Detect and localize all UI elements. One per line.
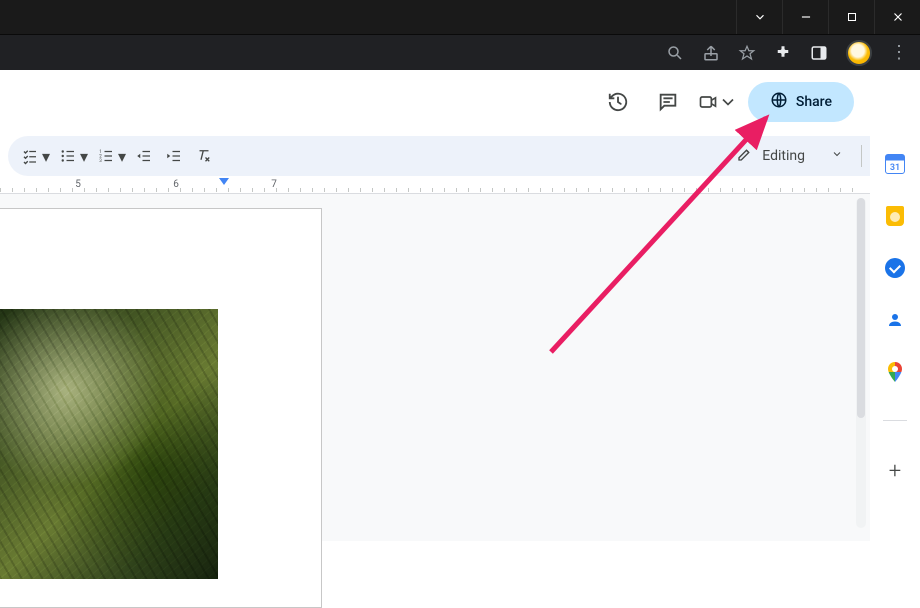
window-close-button[interactable] bbox=[874, 0, 920, 34]
document-canvas[interactable] bbox=[0, 194, 920, 541]
search-icon[interactable] bbox=[666, 44, 684, 62]
side-panel-icon[interactable] bbox=[810, 44, 828, 62]
window-minimize-button[interactable] bbox=[782, 0, 828, 34]
tasks-icon[interactable] bbox=[885, 258, 905, 278]
checklist-caret-icon[interactable]: ▾ bbox=[42, 147, 52, 166]
window-titlebar bbox=[0, 0, 920, 34]
docs-header: Share bbox=[0, 70, 920, 134]
bookmark-star-icon[interactable] bbox=[738, 44, 756, 62]
document-page[interactable] bbox=[0, 208, 322, 608]
numbered-caret-icon[interactable]: ▾ bbox=[118, 147, 128, 166]
browser-menu-icon[interactable]: ⋮ bbox=[890, 44, 908, 62]
extensions-icon[interactable] bbox=[774, 44, 792, 62]
share-button[interactable]: Share bbox=[748, 82, 854, 122]
vertical-scrollbar[interactable] bbox=[856, 198, 866, 528]
share-button-label: Share bbox=[796, 94, 832, 110]
side-panel-divider bbox=[883, 420, 907, 421]
window-maximize-button[interactable] bbox=[828, 0, 874, 34]
share-page-icon[interactable] bbox=[702, 44, 720, 62]
tab-dropdown-button[interactable] bbox=[736, 0, 782, 34]
editing-mode-dropdown[interactable]: Editing bbox=[726, 145, 853, 167]
inserted-image[interactable] bbox=[0, 309, 218, 579]
add-addon-button[interactable]: + bbox=[889, 459, 901, 484]
maps-icon[interactable] bbox=[885, 362, 905, 382]
calendar-icon[interactable]: 31 bbox=[885, 154, 905, 174]
meet-button[interactable] bbox=[698, 82, 738, 122]
clear-formatting-button[interactable] bbox=[190, 142, 218, 170]
version-history-button[interactable] bbox=[598, 82, 638, 122]
contacts-icon[interactable] bbox=[885, 310, 905, 330]
toolbar-divider bbox=[861, 145, 862, 167]
scrollbar-thumb[interactable] bbox=[857, 198, 865, 418]
keep-icon[interactable] bbox=[885, 206, 905, 226]
indent-increase-button[interactable] bbox=[160, 142, 188, 170]
bulleted-list-button[interactable] bbox=[54, 142, 82, 170]
public-icon bbox=[770, 91, 788, 113]
checklist-button[interactable] bbox=[16, 142, 44, 170]
editing-mode-label: Editing bbox=[762, 148, 805, 164]
numbered-list-button[interactable]: 123 bbox=[92, 142, 120, 170]
toolbar-row: ▾ ▾ 123 ▾ bbox=[0, 134, 920, 178]
formatting-toolbar: ▾ ▾ 123 ▾ bbox=[8, 136, 906, 176]
svg-text:3: 3 bbox=[99, 158, 102, 164]
horizontal-ruler[interactable]: 567 bbox=[0, 178, 920, 194]
browser-profile-avatar[interactable] bbox=[846, 40, 872, 66]
side-panel: 31 + bbox=[870, 70, 920, 541]
comments-button[interactable] bbox=[648, 82, 688, 122]
edit-icon bbox=[736, 145, 754, 167]
bulleted-caret-icon[interactable]: ▾ bbox=[80, 147, 90, 166]
mode-caret-icon bbox=[831, 148, 843, 164]
indent-decrease-button[interactable] bbox=[130, 142, 158, 170]
browser-toolbar: ⋮ bbox=[0, 34, 920, 70]
